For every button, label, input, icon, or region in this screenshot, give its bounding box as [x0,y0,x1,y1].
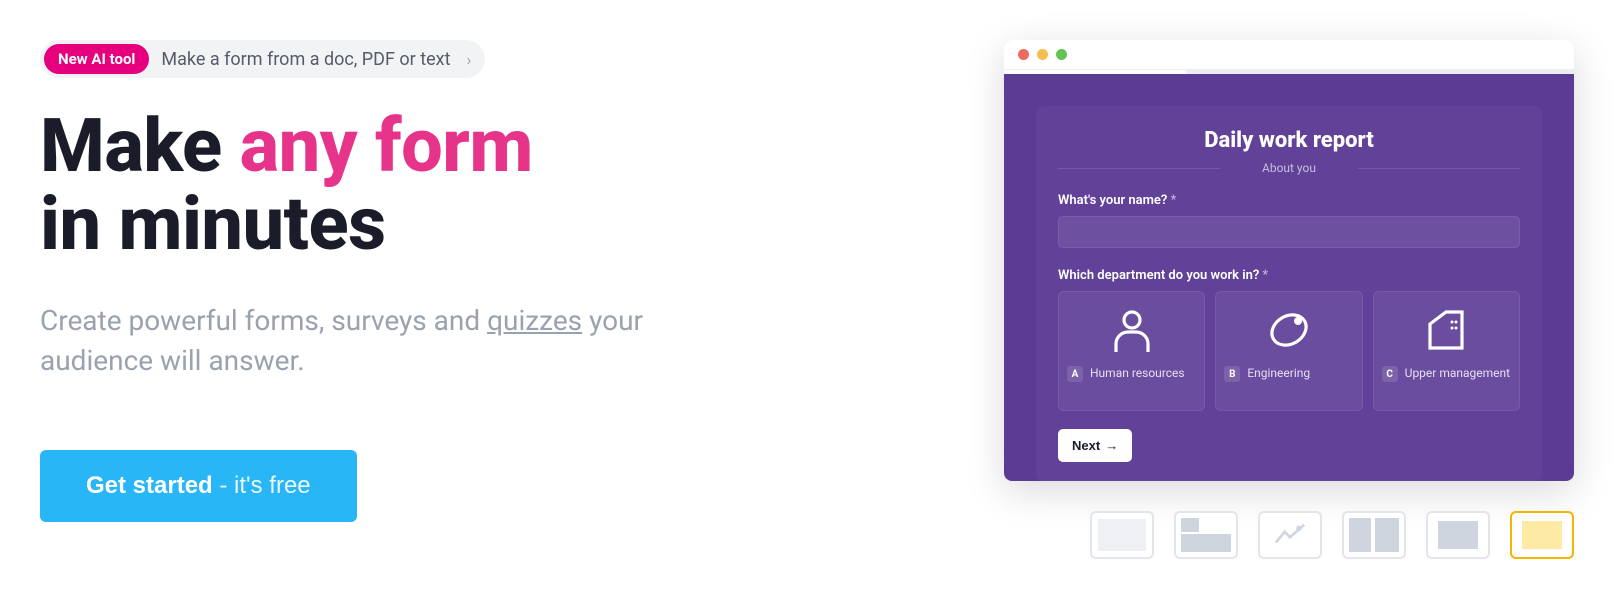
cta-light: - it's free [213,472,311,499]
form-section-label: About you [1058,161,1520,175]
ai-promo-text: Make a form from a doc, PDF or text [161,49,450,70]
headline-part1: Make [40,103,240,190]
building-icon [1422,306,1470,354]
next-button[interactable]: Next → [1058,429,1132,462]
get-started-button[interactable]: Get started - it's free [40,450,357,522]
window-minimize-icon [1037,49,1048,60]
browser-chrome [1004,40,1574,70]
option-label-c: Upper management [1405,366,1510,382]
question-department-label: Which department do you work in? * [1058,268,1520,283]
option-key-b: B [1224,366,1240,382]
template-thumb-4[interactable] [1342,511,1406,559]
option-upper-management[interactable]: C Upper management [1373,291,1520,411]
chevron-right-icon: › [466,50,471,69]
subheading: Create powerful forms, surveys and quizz… [40,301,680,379]
form-preview-body: Daily work report About you What's your … [1004,74,1574,481]
window-zoom-icon [1056,49,1067,60]
option-engineering[interactable]: B Engineering [1215,291,1362,411]
q2-text: Which department do you work in? [1058,268,1259,283]
q2-required: * [1263,268,1269,283]
q1-required: * [1171,193,1177,208]
template-thumb-2[interactable] [1174,511,1238,559]
form-preview-window: Daily work report About you What's your … [1004,40,1574,481]
form-card: Daily work report About you What's your … [1036,106,1542,481]
q1-text: What's your name? [1058,193,1167,208]
tool-icon [1265,306,1313,354]
template-thumb-6[interactable] [1510,511,1574,559]
next-label: Next [1072,438,1100,453]
person-icon [1108,306,1156,354]
sub-before: Create powerful forms, surveys and [40,304,487,337]
form-title: Daily work report [1058,128,1520,153]
option-label-b: Engineering [1247,366,1310,382]
headline-part2: in minutes [40,181,386,268]
template-thumb-1[interactable] [1090,511,1154,559]
cta-bold: Get started [86,472,213,499]
department-options: A Human resources B Engineering [1058,291,1520,411]
option-label-a: Human resources [1090,366,1185,382]
name-input[interactable] [1058,216,1520,248]
page-headline: Make any form in minutes [40,108,760,263]
headline-highlight: any form [240,103,533,190]
template-thumb-5[interactable] [1426,511,1490,559]
progress-bar [1004,70,1574,74]
template-thumb-3[interactable] [1258,511,1322,559]
option-human-resources[interactable]: A Human resources [1058,291,1205,411]
template-thumbnails [1090,511,1574,559]
option-key-a: A [1067,366,1083,382]
option-key-c: C [1382,366,1398,382]
sub-link-quizzes[interactable]: quizzes [487,304,582,337]
question-name-label: What's your name? * [1058,193,1520,208]
window-close-icon [1018,49,1029,60]
ai-promo-pill[interactable]: New AI tool Make a form from a doc, PDF … [40,40,485,78]
ai-badge: New AI tool [44,44,149,74]
arrow-right-icon: → [1105,438,1118,453]
